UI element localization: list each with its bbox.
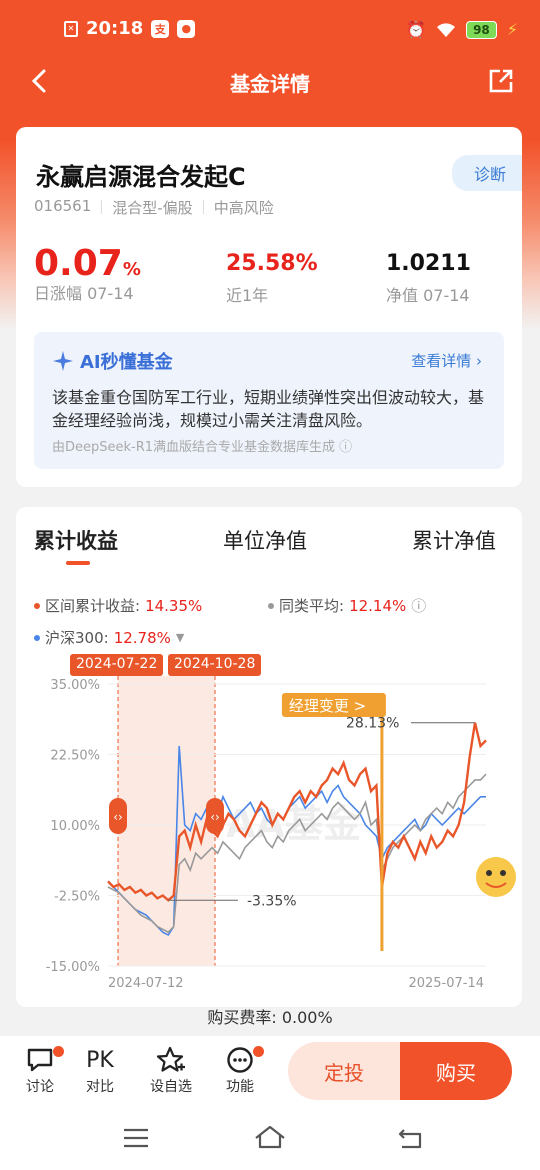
app-notification-icon-2: ●	[177, 19, 196, 38]
legend-dot-gray	[268, 602, 274, 609]
legend-series-3-label: 沪深300:	[45, 629, 109, 647]
mascot-eye	[486, 870, 492, 876]
fund-name: 永赢启源混合发起C	[36, 163, 246, 191]
more-circle-icon	[227, 1047, 253, 1073]
mascot-eye	[500, 870, 506, 876]
alarm-icon: ⏰	[406, 20, 427, 39]
y-tick-label: -2.50%	[54, 890, 100, 905]
daily-change-metric: 0.07% 日涨幅 07-14	[34, 243, 141, 304]
legend-series-2-label: 同类平均:	[279, 597, 345, 615]
charging-icon: ⚡	[506, 20, 518, 39]
x-tick-label: 2024-07-12	[108, 976, 184, 991]
mascot-icon	[476, 857, 516, 897]
star-plus-icon	[156, 1046, 185, 1072]
tab-unit-nav[interactable]: 单位净值	[223, 525, 307, 555]
legend-series-2-value: 12.14%	[349, 596, 407, 615]
legend-series-1: 区间累计收益: 14.35%	[34, 595, 202, 616]
legend-series-3[interactable]: 沪深300: 12.78% ▼	[34, 627, 184, 648]
daily-change-label: 日涨幅 07-14	[34, 284, 134, 303]
fund-summary-card: 永赢启源混合发起C 诊断 016561 混合型-偏股 中高风险 0.07% 日涨…	[16, 127, 522, 487]
fund-type: 混合型-偏股	[112, 199, 193, 217]
tab-cumulative-nav[interactable]: 累计净值	[412, 525, 496, 555]
y-tick-label: 22.50%	[50, 749, 100, 764]
discuss-label: 讨论	[26, 1079, 54, 1095]
range-highlight	[118, 676, 215, 966]
sparkle-icon	[53, 351, 73, 371]
chart-card: 累计收益 单位净值 累计净值 区间累计收益: 14.35% 同类平均: 12.1…	[16, 507, 522, 1007]
home-icon[interactable]	[254, 1124, 286, 1150]
info-icon[interactable]: ⓘ	[411, 595, 426, 616]
add-watchlist-button[interactable]: 设自选	[146, 1044, 196, 1096]
legend-series-3-value: 12.78%	[113, 628, 171, 647]
min-annotation-label: -3.35%	[247, 893, 297, 909]
x-tick-label: 2025-07-14	[408, 976, 484, 991]
year-return-value: 25.58%	[226, 251, 318, 276]
navbar: 基金详情	[0, 60, 540, 104]
ai-summary-box[interactable]: AI秒懂基金 查看详情 › 该基金重仓国防军工行业，短期业绩弹性突出但波动较大，…	[34, 332, 504, 469]
y-tick-label: 10.00%	[50, 819, 100, 834]
wifi-icon	[437, 22, 456, 37]
dropdown-icon: ▼	[175, 631, 185, 644]
add-watchlist-label: 设自选	[150, 1079, 192, 1095]
battery-indicator: 98	[466, 20, 497, 39]
legend-dot-orange	[34, 602, 40, 609]
ai-title: AI秒懂基金	[52, 348, 173, 374]
ai-summary-text: 该基金重仓国防军工行业，短期业绩弹性突出但波动较大，基金经理经验尚浅，规模过小需…	[52, 388, 485, 430]
year-return-metric: 25.58% 近1年	[226, 251, 318, 306]
compare-label: 对比	[86, 1079, 114, 1095]
nav-value: 1.0211	[386, 251, 471, 276]
ai-footnote: 由DeepSeek-R1满血版结合专业基金数据库生成 ⓘ	[52, 440, 353, 455]
status-time: 20:18	[86, 18, 144, 39]
back-icon[interactable]	[396, 1126, 426, 1150]
daily-change-unit: %	[122, 259, 141, 280]
functions-button[interactable]: 功能	[220, 1044, 264, 1096]
watermark: AA基金	[226, 802, 362, 846]
performance-chart[interactable]: 35.00% 22.50% 10.00% -2.50% -15.00% AA基金 经理变更 …	[16, 667, 522, 997]
daily-change-value: 0.07	[34, 243, 123, 284]
range-handle-arrows: ‹›	[210, 810, 220, 824]
system-navigation-bar	[0, 1108, 540, 1170]
fund-meta: 016561 混合型-偏股 中高风险	[34, 197, 274, 218]
notification-icon: ✕	[64, 20, 78, 37]
tab-cumulative-return[interactable]: 累计收益	[34, 525, 118, 555]
chart-tabs: 累计收益 单位净值 累计净值	[16, 525, 522, 565]
discuss-button[interactable]: 讨论	[20, 1044, 64, 1096]
year-return-label: 近1年	[226, 286, 269, 305]
chat-bubble-icon	[27, 1048, 53, 1072]
range-handle-arrows: ‹›	[113, 810, 123, 824]
nav-label: 净值 07-14	[386, 286, 470, 305]
legend-series-2: 同类平均: 12.14% ⓘ	[268, 595, 426, 616]
notification-dot	[253, 1046, 264, 1057]
functions-label: 功能	[226, 1079, 254, 1095]
sip-button[interactable]: 定投	[288, 1042, 400, 1100]
diagnose-button[interactable]: 诊断	[451, 155, 522, 191]
compare-button[interactable]: PK 对比	[80, 1044, 120, 1096]
fund-risk: 中高风险	[213, 199, 274, 217]
ai-title-text: AI秒懂基金	[80, 352, 173, 373]
bottom-action-bar: 讨论 PK 对比 设自选 功能 定投 购买	[0, 1036, 540, 1108]
max-annotation-label: 28.13%	[346, 716, 399, 732]
purchase-fee: 购买费率: 0.00%	[207, 1008, 333, 1027]
legend-series-1-label: 区间累计收益:	[45, 597, 141, 615]
legend-series-1-value: 14.35%	[145, 596, 203, 615]
divider	[101, 200, 103, 214]
y-tick-label: 35.00%	[50, 678, 100, 693]
page-title: 基金详情	[230, 72, 310, 96]
app-notification-icon: 支	[151, 19, 170, 38]
tab-indicator	[66, 561, 90, 565]
manager-change-label: 经理变更 >	[289, 697, 366, 715]
divider	[202, 200, 204, 214]
pk-icon: PK	[86, 1047, 114, 1073]
nav-metric: 1.0211 净值 07-14	[386, 251, 471, 306]
share-icon[interactable]	[486, 66, 516, 96]
y-tick-label: -15.00%	[46, 960, 100, 975]
purchase-button-group: 定投 购买	[288, 1042, 512, 1100]
notification-dot	[53, 1046, 64, 1057]
status-bar: ✕ 20:18 支 ● ⏰ 98 ⚡	[0, 0, 540, 60]
buy-button[interactable]: 购买	[400, 1042, 512, 1100]
menu-icon[interactable]	[122, 1128, 150, 1148]
legend-dot-blue	[34, 634, 40, 641]
fund-code: 016561	[34, 197, 92, 215]
ai-view-details-link[interactable]: 查看详情 ›	[411, 350, 482, 371]
